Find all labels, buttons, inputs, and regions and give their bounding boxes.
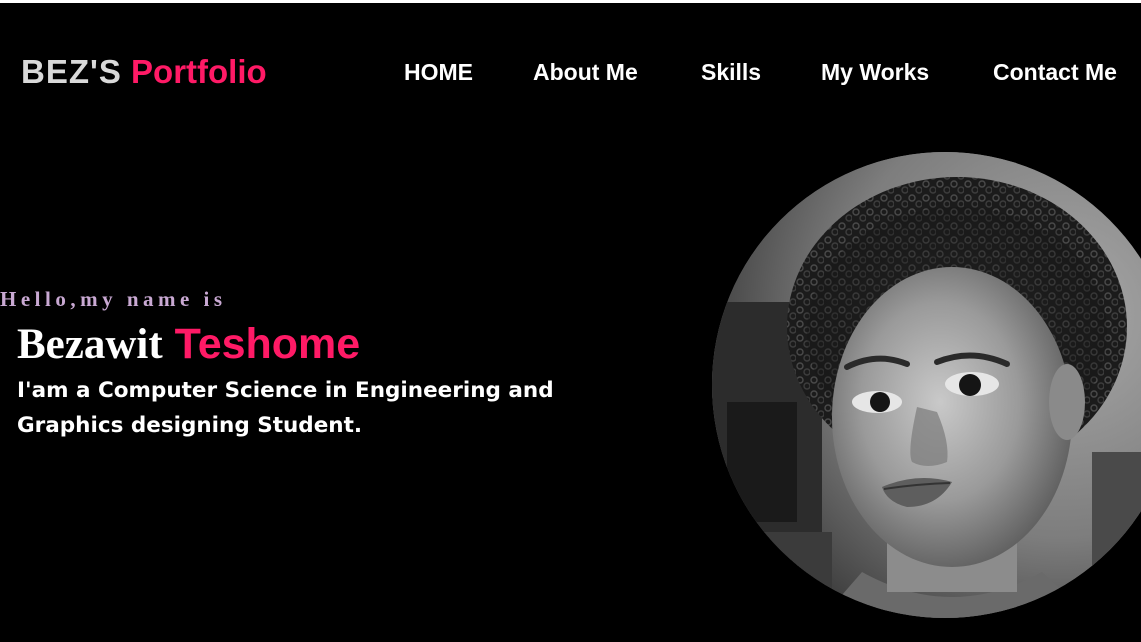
hero-greeting: Hello,my name is: [0, 287, 227, 311]
nav-contact-me[interactable]: Contact Me: [993, 57, 1117, 87]
hero-last-name: Teshome: [174, 320, 361, 368]
nav-my-works[interactable]: My Works: [821, 57, 929, 87]
main-nav: HOME About Me Skills My Works Contact Me: [0, 57, 1141, 87]
profile-photo-illustration: [712, 152, 1141, 618]
nav-skills[interactable]: Skills: [701, 57, 761, 87]
profile-photo: [712, 152, 1141, 618]
hero-tagline: I'am a Computer Science in Engineering a…: [17, 378, 554, 438]
hero-first-name: Bezawit: [17, 321, 163, 368]
top-border: [0, 0, 1141, 3]
nav-about-me[interactable]: About Me: [533, 57, 638, 87]
hero-name: Bezawit Teshome: [17, 318, 360, 371]
nav-home[interactable]: HOME: [404, 57, 473, 87]
